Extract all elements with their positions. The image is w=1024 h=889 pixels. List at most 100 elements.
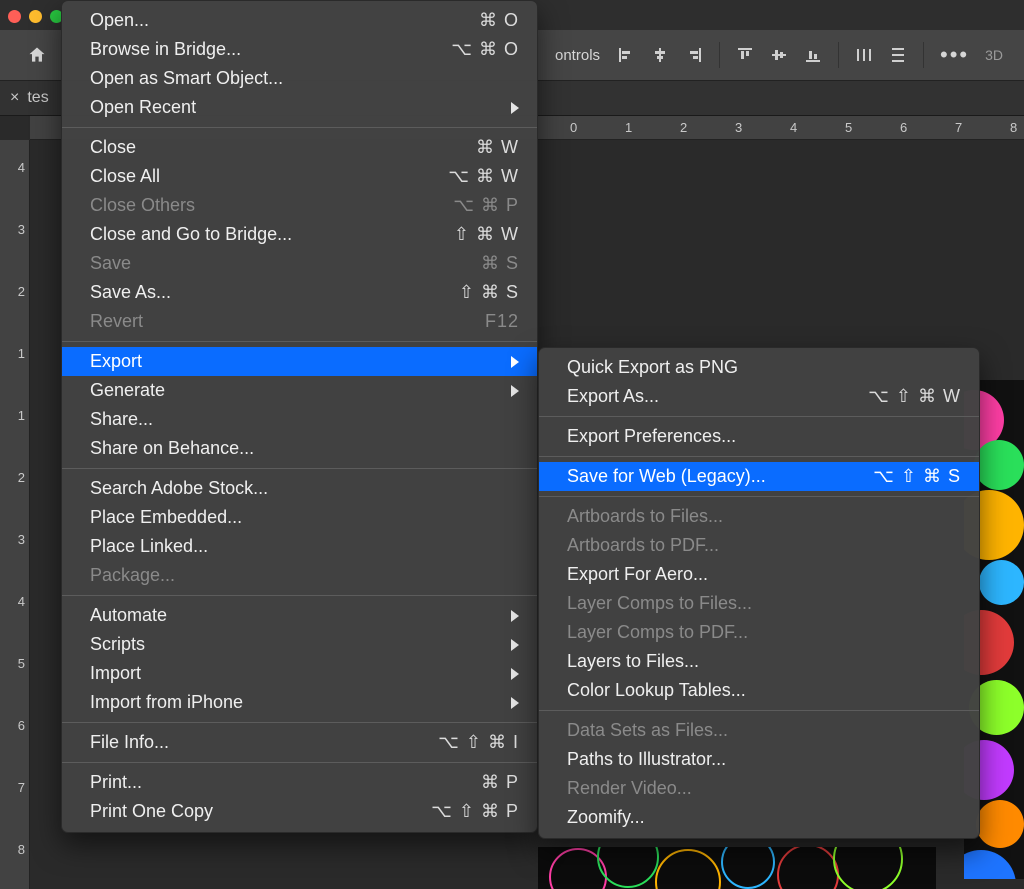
menu-item-export-as[interactable]: Export As...⌥ ⇧ ⌘ W xyxy=(539,382,979,411)
menu-item-label: Zoomify... xyxy=(567,807,961,828)
menu-item-shortcut: ⌥ ⇧ ⌘ I xyxy=(438,732,519,753)
submenu-arrow-icon xyxy=(511,385,519,397)
ruler-tick: 0 xyxy=(570,120,577,135)
menu-item-label: Browse in Bridge... xyxy=(90,39,421,60)
menu-item-browse-bridge[interactable]: Browse in Bridge... ⌥ ⌘ O xyxy=(62,35,537,64)
menu-item-quick-png[interactable]: Quick Export as PNG xyxy=(539,353,979,382)
submenu-arrow-icon xyxy=(511,668,519,680)
menu-item-label: Open Recent xyxy=(90,97,481,118)
ruler-tick: 5 xyxy=(845,120,852,135)
align-center-h-icon[interactable] xyxy=(651,46,669,64)
menu-item-label: Generate xyxy=(90,380,481,401)
menu-item-label: Close and Go to Bridge... xyxy=(90,224,424,245)
menu-item-export-prefs[interactable]: Export Preferences... xyxy=(539,422,979,451)
ruler-tick: 2 xyxy=(18,470,25,485)
menu-item-save-as[interactable]: Save As...⇧ ⌘ S xyxy=(62,278,537,307)
menu-item-label: Close All xyxy=(90,166,418,187)
menu-item-label: Close Others xyxy=(90,195,423,216)
align-center-v-icon[interactable] xyxy=(770,46,788,64)
window-close-button[interactable] xyxy=(8,10,21,23)
align-top-icon[interactable] xyxy=(736,46,754,64)
menu-item-save-for-web[interactable]: Save for Web (Legacy)...⌥ ⇧ ⌘ S xyxy=(539,462,979,491)
ruler-tick: 2 xyxy=(18,284,25,299)
menu-item-open-smart[interactable]: Open as Smart Object... xyxy=(62,64,537,93)
more-options-icon[interactable]: ••• xyxy=(940,42,969,68)
align-left-icon[interactable] xyxy=(617,46,635,64)
document-tab-label[interactable]: tes xyxy=(27,89,48,107)
ruler-tick: 3 xyxy=(18,222,25,237)
menu-item-label: Print... xyxy=(90,772,451,793)
menu-item-label: Render Video... xyxy=(567,778,961,799)
menu-item-shortcut: ⌥ ⌘ P xyxy=(453,195,519,216)
menu-item-export-aero[interactable]: Export For Aero... xyxy=(539,560,979,589)
menu-item-file-info[interactable]: File Info...⌥ ⇧ ⌘ I xyxy=(62,728,537,757)
submenu-arrow-icon xyxy=(511,102,519,114)
home-button[interactable] xyxy=(18,36,56,74)
menu-item-scripts[interactable]: Scripts xyxy=(62,630,537,659)
ruler-tick: 6 xyxy=(18,718,25,733)
menu-item-label: Place Linked... xyxy=(90,536,519,557)
menu-item-layers-files[interactable]: Layers to Files... xyxy=(539,647,979,676)
align-bottom-icon[interactable] xyxy=(804,46,822,64)
canvas-artwork-bottom xyxy=(538,847,936,889)
menu-item-print[interactable]: Print...⌘ P xyxy=(62,768,537,797)
menu-item-label: Print One Copy xyxy=(90,801,401,822)
ruler-tick: 8 xyxy=(18,842,25,857)
menu-item-generate[interactable]: Generate xyxy=(62,376,537,405)
menu-item-close-all[interactable]: Close All⌥ ⌘ W xyxy=(62,162,537,191)
align-right-icon[interactable] xyxy=(685,46,703,64)
menu-item-share-behance[interactable]: Share on Behance... xyxy=(62,434,537,463)
menu-item-zoomify[interactable]: Zoomify... xyxy=(539,803,979,832)
ruler-tick: 6 xyxy=(900,120,907,135)
menu-item-close-others: Close Others ⌥ ⌘ P xyxy=(62,191,537,220)
menu-item-shortcut: ⌘ W xyxy=(476,137,519,158)
menu-item-place-linked[interactable]: Place Linked... xyxy=(62,532,537,561)
menu-item-open-recent[interactable]: Open Recent xyxy=(62,93,537,122)
menu-item-place-embedded[interactable]: Place Embedded... xyxy=(62,503,537,532)
menu-item-label: Layer Comps to Files... xyxy=(567,593,961,614)
menu-item-label: Search Adobe Stock... xyxy=(90,478,519,499)
menu-item-print-one[interactable]: Print One Copy⌥ ⇧ ⌘ P xyxy=(62,797,537,826)
menu-item-label: Quick Export as PNG xyxy=(567,357,961,378)
ruler-tick: 8 xyxy=(1010,120,1017,135)
menu-item-revert: RevertF12 xyxy=(62,307,537,336)
menu-item-label: Open as Smart Object... xyxy=(90,68,519,89)
menu-item-close-go-bridge[interactable]: Close and Go to Bridge... ⇧ ⌘ W xyxy=(62,220,537,249)
ruler-tick: 5 xyxy=(18,656,25,671)
ruler-tick: 7 xyxy=(18,780,25,795)
menu-item-search-stock[interactable]: Search Adobe Stock... xyxy=(62,474,537,503)
tab-close-icon[interactable]: × xyxy=(10,89,19,107)
menu-item-package: Package... xyxy=(62,561,537,590)
transform-controls-label: ontrols xyxy=(555,30,600,80)
menu-item-open[interactable]: Open...⌘ O xyxy=(62,6,537,35)
submenu-arrow-icon xyxy=(511,356,519,368)
menu-item-label: Open... xyxy=(90,10,449,31)
menu-item-export[interactable]: Export xyxy=(62,347,537,376)
menu-item-render-video: Render Video... xyxy=(539,774,979,803)
menu-item-automate[interactable]: Automate xyxy=(62,601,537,630)
vertical-ruler: 432112345678 xyxy=(0,140,30,889)
menu-item-paths-illustrator[interactable]: Paths to Illustrator... xyxy=(539,745,979,774)
menu-item-import[interactable]: Import xyxy=(62,659,537,688)
menu-item-label: Import from iPhone xyxy=(90,692,481,713)
menu-item-label: Export xyxy=(90,351,481,372)
distribute-v-icon[interactable] xyxy=(889,46,907,64)
menu-item-label: Data Sets as Files... xyxy=(567,720,961,741)
menu-item-shortcut: ⌥ ⌘ O xyxy=(451,39,519,60)
menu-item-label: Automate xyxy=(90,605,481,626)
submenu-arrow-icon xyxy=(511,697,519,709)
menu-item-close[interactable]: Close⌘ W xyxy=(62,133,537,162)
ruler-tick: 3 xyxy=(18,532,25,547)
window-minimize-button[interactable] xyxy=(29,10,42,23)
menu-item-color-lookup[interactable]: Color Lookup Tables... xyxy=(539,676,979,705)
menu-item-share[interactable]: Share... xyxy=(62,405,537,434)
menu-item-label: Save for Web (Legacy)... xyxy=(567,466,843,487)
ruler-tick: 1 xyxy=(625,120,632,135)
menu-item-shortcut: ⌘ S xyxy=(481,253,519,274)
distribute-h-icon[interactable] xyxy=(855,46,873,64)
menu-item-shortcut: ⇧ ⌘ W xyxy=(454,224,519,245)
menu-item-import-iphone[interactable]: Import from iPhone xyxy=(62,688,537,717)
three-d-mode-label[interactable]: 3D xyxy=(985,47,1003,63)
menu-item-label: Package... xyxy=(90,565,519,586)
menu-item-layer-comps-files: Layer Comps to Files... xyxy=(539,589,979,618)
